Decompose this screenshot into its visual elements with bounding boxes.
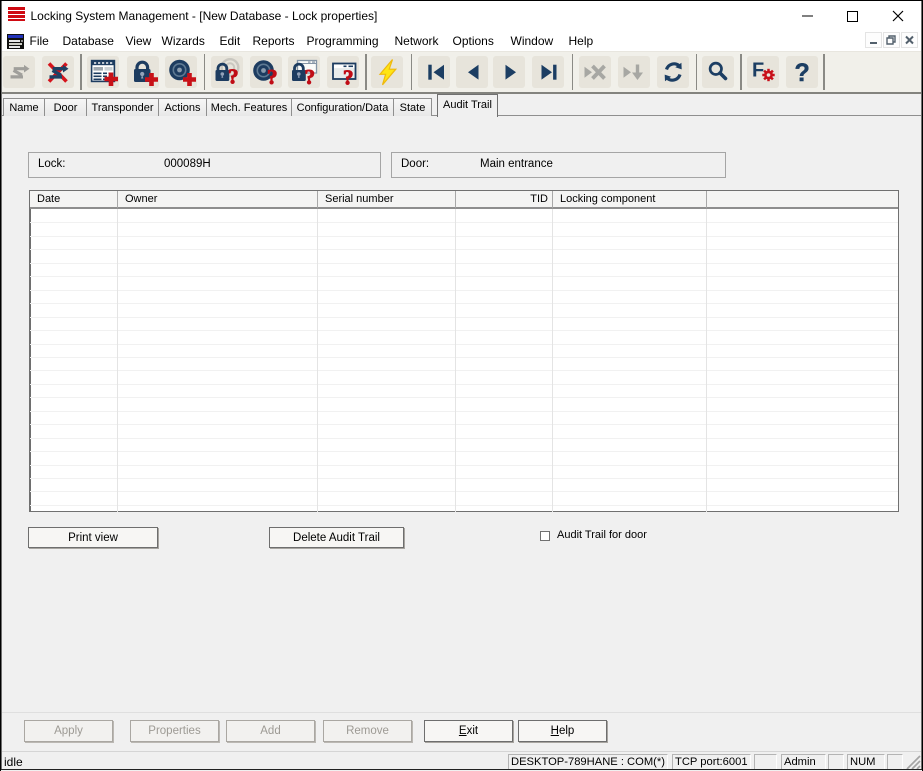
svg-text:?: ?	[267, 65, 278, 88]
svg-text:?: ?	[228, 64, 239, 88]
svg-text:?: ?	[305, 65, 316, 88]
svg-text:?: ?	[794, 59, 809, 87]
svg-text:F: F	[752, 59, 764, 81]
svg-text:?: ?	[343, 65, 354, 88]
